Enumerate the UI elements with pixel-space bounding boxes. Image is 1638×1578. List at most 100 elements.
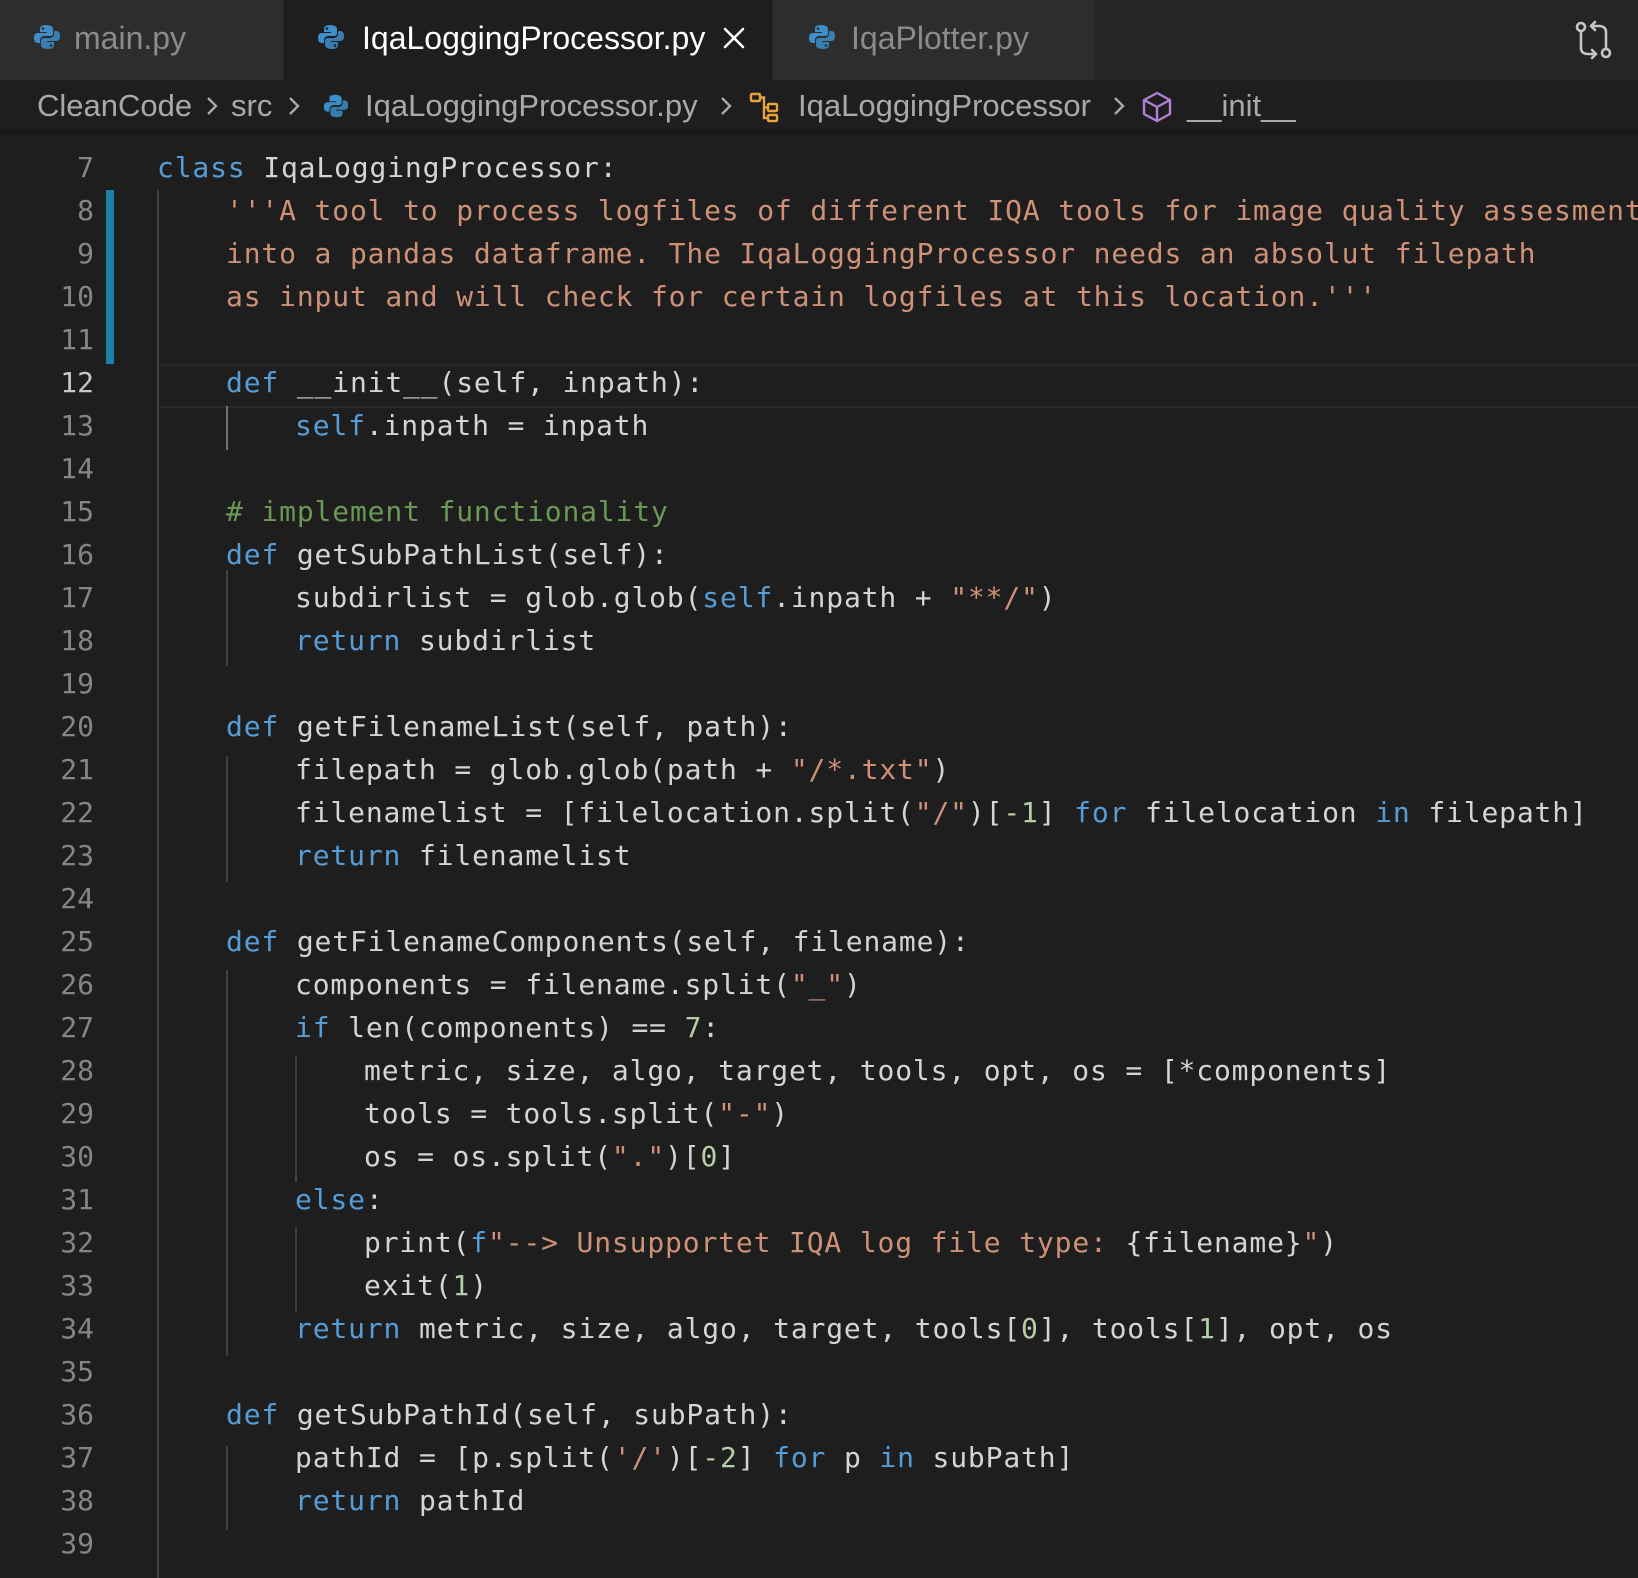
compare-changes-icon[interactable] xyxy=(1572,18,1616,62)
line-number: 33 xyxy=(60,1269,94,1302)
breadcrumb-class[interactable]: IqaLoggingProcessor xyxy=(798,84,1091,128)
line-number: 23 xyxy=(60,839,94,872)
breadcrumb-shadow xyxy=(0,130,1638,136)
string-literal: " xyxy=(1302,1226,1321,1259)
line-number: 8 xyxy=(77,194,94,227)
number-literal: -1 xyxy=(1003,796,1039,829)
line-number: 36 xyxy=(60,1398,94,1431)
code-line: def getFilenameComponents(self, filename… xyxy=(226,920,970,963)
line-number: 18 xyxy=(60,624,94,657)
chevron-right-icon xyxy=(1114,97,1125,115)
code-line: os = os.split(".")[0] xyxy=(364,1135,736,1178)
indent-guide xyxy=(157,190,159,1578)
code-text: ], tools[ xyxy=(1038,1312,1199,1345)
code-line: else: xyxy=(295,1178,384,1221)
code-text: os = os.split( xyxy=(364,1140,612,1173)
breadcrumb-method[interactable]: __init__ xyxy=(1187,84,1296,128)
line-number: 26 xyxy=(60,968,94,1001)
code-text: pathId xyxy=(401,1484,526,1517)
breadcrumb-folder[interactable]: CleanCode xyxy=(37,84,192,128)
number-literal: 1 xyxy=(452,1269,471,1302)
code-line: def getSubPathList(self): xyxy=(226,533,669,576)
code-text: print( xyxy=(364,1226,471,1259)
line-number: 10 xyxy=(60,280,94,313)
string-literal: "." xyxy=(611,1140,666,1173)
tab-iqaloggingprocessor-py[interactable]: IqaLoggingProcessor.py xyxy=(284,0,773,80)
code-text: filepath] xyxy=(1410,796,1588,829)
code-text: components = filename.split( xyxy=(295,968,791,1001)
keyword: in xyxy=(1375,796,1411,829)
close-icon[interactable] xyxy=(716,20,752,56)
code-text: ) xyxy=(843,968,862,1001)
string-literal: "--> Unsupportet IQA log file type: xyxy=(487,1226,1126,1259)
code-line: metric, size, algo, target, tools, opt, … xyxy=(364,1054,1392,1087)
code-text: len(components) == xyxy=(330,1011,685,1044)
line-number: 9 xyxy=(77,237,94,270)
breadcrumb-file[interactable]: IqaLoggingProcessor.py xyxy=(365,84,698,128)
line-number: 31 xyxy=(60,1183,94,1216)
code-line: components = filename.split("_") xyxy=(295,963,862,1006)
code-text: .inpath = inpath xyxy=(365,409,650,442)
code-text: getFilenameList(self, path): xyxy=(279,710,793,743)
code-text: ) xyxy=(470,1269,488,1302)
indent-guide xyxy=(226,570,228,666)
code-line: if len(components) == 7: xyxy=(295,1006,720,1049)
code-text: tools = tools.split( xyxy=(364,1097,719,1130)
keyword: def xyxy=(226,925,280,958)
line-number: 35 xyxy=(60,1355,94,1388)
code-text: pathId = [p.split( xyxy=(295,1441,614,1474)
tab-label: IqaPlotter.py xyxy=(851,20,1029,56)
code-text: .inpath + xyxy=(773,581,951,614)
number-literal: -2 xyxy=(702,1441,738,1474)
code-line: filepath = glob.glob(path + "/*.txt") xyxy=(295,748,950,791)
keyword: return xyxy=(295,1484,402,1517)
git-modified-indicator[interactable] xyxy=(106,190,114,364)
line-number: 7 xyxy=(77,151,94,184)
string-literal: "-" xyxy=(718,1097,772,1130)
keyword: return xyxy=(295,839,402,872)
tab-iqaplotter-py[interactable]: IqaPlotter.py xyxy=(773,0,1095,80)
code-text: filepath = glob.glob(path + xyxy=(295,753,791,786)
code-text: ) xyxy=(1320,1226,1338,1259)
keyword: return xyxy=(295,1312,402,1345)
number-literal: 7 xyxy=(684,1011,703,1044)
code-text: )[ xyxy=(665,1140,701,1173)
keyword: return xyxy=(295,624,402,657)
line-number: 25 xyxy=(60,925,94,958)
code-text: {filename} xyxy=(1125,1226,1303,1259)
code-text: ] xyxy=(718,1140,736,1173)
breadcrumb-subfolder[interactable]: src xyxy=(231,84,272,128)
line-number: 27 xyxy=(60,1011,94,1044)
python-icon xyxy=(318,25,344,49)
code-line: return subdirlist xyxy=(295,619,596,662)
code-text: p xyxy=(826,1441,880,1474)
python-icon xyxy=(323,94,349,118)
string-literal: "_" xyxy=(790,968,844,1001)
breadcrumb: CleanCode src IqaLoggingProcessor.py Iqa… xyxy=(0,80,1638,134)
code-text: ) xyxy=(932,753,951,786)
code-line: class IqaLoggingProcessor: xyxy=(157,146,617,189)
code-line: subdirlist = glob.glob(self.inpath + "**… xyxy=(295,576,1056,619)
line-number: 34 xyxy=(60,1312,94,1345)
keyword: for xyxy=(1074,796,1128,829)
docstring-line: into a pandas dataframe. The IqaLoggingP… xyxy=(226,237,1537,270)
tab-main-py[interactable]: main.py xyxy=(0,0,284,80)
line-number: 29 xyxy=(60,1097,94,1130)
self-keyword: self xyxy=(295,409,366,442)
line-number: 17 xyxy=(60,581,94,614)
indent-guide xyxy=(226,1446,228,1530)
line-number: 15 xyxy=(60,495,94,528)
code-text: getFilenameComponents(self, filename): xyxy=(279,925,970,958)
chevron-right-icon xyxy=(289,97,300,115)
line-number: 24 xyxy=(60,882,94,915)
number-literal: 0 xyxy=(700,1140,719,1173)
line-number: 39 xyxy=(60,1527,94,1560)
code-text: subdirlist = glob.glob( xyxy=(295,581,703,614)
keyword: def xyxy=(226,710,280,743)
method-symbol-icon xyxy=(1142,91,1172,123)
keyword: class xyxy=(157,151,246,184)
self-keyword: self xyxy=(702,581,774,614)
keyword: in xyxy=(879,1441,915,1474)
code-text: : xyxy=(702,1011,721,1044)
string-literal: '/' xyxy=(613,1441,667,1474)
